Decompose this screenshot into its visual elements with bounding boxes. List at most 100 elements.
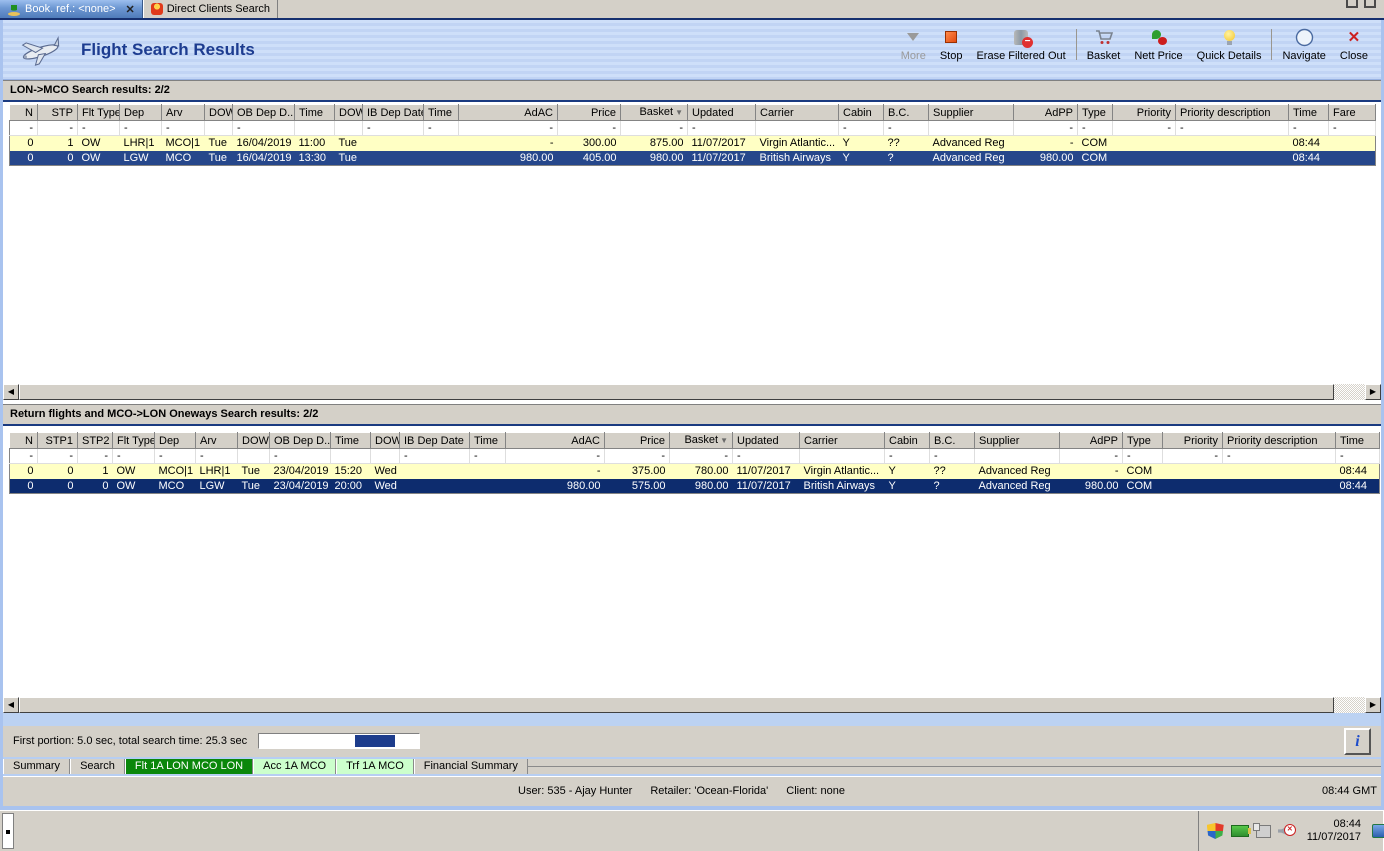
taskbar-left-window[interactable] xyxy=(2,813,14,849)
erase-filtered-out-button[interactable]: Erase Filtered Out xyxy=(969,25,1072,64)
column-header-priority-description[interactable]: Priority description xyxy=(1222,432,1336,449)
tab-close-icon[interactable]: ✕ xyxy=(126,3,135,16)
tab-summary[interactable]: Summary xyxy=(3,759,71,774)
scroll-left-icon[interactable]: ◀ xyxy=(3,697,19,713)
desktop-edge-icon[interactable] xyxy=(1372,824,1384,838)
column-header-ob-dep-d[interactable]: OB Dep D... xyxy=(269,432,331,449)
filter-cell-arv[interactable]: - xyxy=(195,448,238,464)
column-header-adpp[interactable]: AdPP xyxy=(1013,104,1078,121)
tab-acc-1a-mco[interactable]: Acc 1A MCO xyxy=(253,759,337,774)
quick-details-button[interactable]: Quick Details xyxy=(1190,25,1269,64)
filter-cell-dow[interactable] xyxy=(334,120,363,136)
column-header-dep[interactable]: Dep xyxy=(119,104,162,121)
filter-cell-updated[interactable]: - xyxy=(687,120,756,136)
filter-cell-stp[interactable]: - xyxy=(37,120,78,136)
column-header-ib-dep-date[interactable]: IB Dep Date xyxy=(399,432,470,449)
filter-cell-time[interactable]: - xyxy=(1335,448,1380,464)
scrollbar-track[interactable] xyxy=(1334,697,1365,713)
column-header-stp[interactable]: STP xyxy=(37,104,78,121)
column-header-priority[interactable]: Priority xyxy=(1112,104,1176,121)
column-header-supplier[interactable]: Supplier xyxy=(974,432,1060,449)
filter-cell-arv[interactable]: - xyxy=(161,120,205,136)
basket-button[interactable]: Basket xyxy=(1080,25,1128,64)
nett-price-button[interactable]: Nett Price xyxy=(1127,25,1189,64)
column-header-carrier[interactable]: Carrier xyxy=(799,432,885,449)
filter-cell-n[interactable]: - xyxy=(9,120,38,136)
column-header-stp2[interactable]: STP2 xyxy=(77,432,113,449)
tab-trf-1a-mco[interactable]: Trf 1A MCO xyxy=(336,759,414,774)
column-header-basket[interactable]: Basket ▼ xyxy=(669,432,733,449)
return-horizontal-scrollbar[interactable]: ◀ ▶ xyxy=(3,696,1381,713)
column-header-dow[interactable]: DOW xyxy=(370,432,400,449)
filter-cell-ib-dep-date[interactable]: - xyxy=(362,120,424,136)
filter-cell-cabin[interactable]: - xyxy=(838,120,884,136)
column-header-ib-dep-date[interactable]: IB Dep Date xyxy=(362,104,424,121)
filter-cell-flt-type[interactable]: - xyxy=(77,120,120,136)
column-header-time[interactable]: Time xyxy=(294,104,335,121)
filter-cell-adpp[interactable]: - xyxy=(1013,120,1078,136)
column-header-time[interactable]: Time xyxy=(469,432,506,449)
column-header-dow[interactable]: DOW xyxy=(204,104,233,121)
column-header-ob-dep-d[interactable]: OB Dep D... xyxy=(232,104,295,121)
filter-cell-adac[interactable]: - xyxy=(458,120,558,136)
column-header-b-c[interactable]: B.C. xyxy=(883,104,929,121)
filter-cell-carrier[interactable] xyxy=(755,120,839,136)
filter-cell-dow[interactable] xyxy=(204,120,233,136)
column-header-arv[interactable]: Arv xyxy=(195,432,238,449)
column-header-updated[interactable]: Updated xyxy=(732,432,800,449)
filter-cell-type[interactable]: - xyxy=(1077,120,1113,136)
filter-cell-time[interactable] xyxy=(294,120,335,136)
filter-cell-ib-dep-date[interactable]: - xyxy=(399,448,470,464)
column-header-adac[interactable]: AdAC xyxy=(505,432,605,449)
tab-flt-1a-lon-mco-lon[interactable]: Flt 1A LON MCO LON xyxy=(124,759,254,774)
column-header-dep[interactable]: Dep xyxy=(154,432,196,449)
filter-cell-priority[interactable]: - xyxy=(1112,120,1176,136)
column-header-priority-description[interactable]: Priority description xyxy=(1175,104,1289,121)
filter-cell-priority-description[interactable]: - xyxy=(1175,120,1289,136)
column-header-type[interactable]: Type xyxy=(1122,432,1163,449)
scroll-right-icon[interactable]: ▶ xyxy=(1365,697,1381,713)
filter-cell-dow[interactable] xyxy=(237,448,270,464)
column-header-price[interactable]: Price xyxy=(557,104,621,121)
column-header-stp1[interactable]: STP1 xyxy=(37,432,78,449)
column-header-cabin[interactable]: Cabin xyxy=(884,432,930,449)
filter-cell-supplier[interactable] xyxy=(928,120,1014,136)
tab-financial-summary[interactable]: Financial Summary xyxy=(413,759,528,774)
column-header-n[interactable]: N xyxy=(9,104,38,121)
column-header-n[interactable]: N xyxy=(9,432,38,449)
filter-cell-dep[interactable]: - xyxy=(154,448,196,464)
filter-cell-carrier[interactable] xyxy=(799,448,885,464)
speaker-muted-icon[interactable] xyxy=(1278,824,1296,838)
result-row[interactable]: 0 0 OW LGW MCO Tue 16/04/2019 13:30 Tue 980.00 40… xyxy=(9,150,1376,166)
scrollbar-track[interactable] xyxy=(1334,384,1365,400)
column-header-flt-type[interactable]: Flt Type xyxy=(77,104,120,121)
filter-cell-updated[interactable]: - xyxy=(732,448,800,464)
column-header-time[interactable]: Time xyxy=(1288,104,1329,121)
column-header-updated[interactable]: Updated xyxy=(687,104,756,121)
column-header-time[interactable]: Time xyxy=(423,104,459,121)
outbound-horizontal-scrollbar[interactable]: ◀ ▶ xyxy=(3,383,1381,400)
navigate-button[interactable]: Navigate xyxy=(1275,25,1332,64)
filter-cell-price[interactable]: - xyxy=(557,120,621,136)
window-tab-direct-clients-search[interactable]: Direct Clients Search xyxy=(142,0,279,18)
result-row[interactable]: 0 0 1 OW MCO|1 LHR|1 Tue 23/04/2019 15:20 Wed -37… xyxy=(9,463,1380,479)
result-row[interactable]: 0 1 OW LHR|1 MCO|1 Tue 16/04/2019 11:00 Tue -300… xyxy=(9,135,1376,151)
scroll-left-icon[interactable]: ◀ xyxy=(3,384,19,400)
result-row[interactable]: 0 0 0 OW MCO LGW Tue 23/04/2019 20:00 Wed 980.00 5… xyxy=(9,478,1380,494)
filter-cell-stp2[interactable]: - xyxy=(77,448,113,464)
filter-cell-dep[interactable]: - xyxy=(119,120,162,136)
filter-cell-time[interactable]: - xyxy=(469,448,506,464)
column-header-price[interactable]: Price xyxy=(604,432,670,449)
column-header-basket[interactable]: Basket ▼ xyxy=(620,104,688,121)
column-header-adpp[interactable]: AdPP xyxy=(1059,432,1123,449)
filter-cell-ob-dep-d[interactable]: - xyxy=(232,120,295,136)
filter-cell-cabin[interactable]: - xyxy=(884,448,930,464)
filter-cell-adac[interactable]: - xyxy=(505,448,605,464)
column-header-carrier[interactable]: Carrier xyxy=(755,104,839,121)
info-button[interactable]: i xyxy=(1344,728,1371,755)
column-header-time[interactable]: Time xyxy=(330,432,371,449)
filter-cell-adpp[interactable]: - xyxy=(1059,448,1123,464)
column-header-supplier[interactable]: Supplier xyxy=(928,104,1014,121)
column-header-time[interactable]: Time xyxy=(1335,432,1380,449)
filter-cell-price[interactable]: - xyxy=(604,448,670,464)
